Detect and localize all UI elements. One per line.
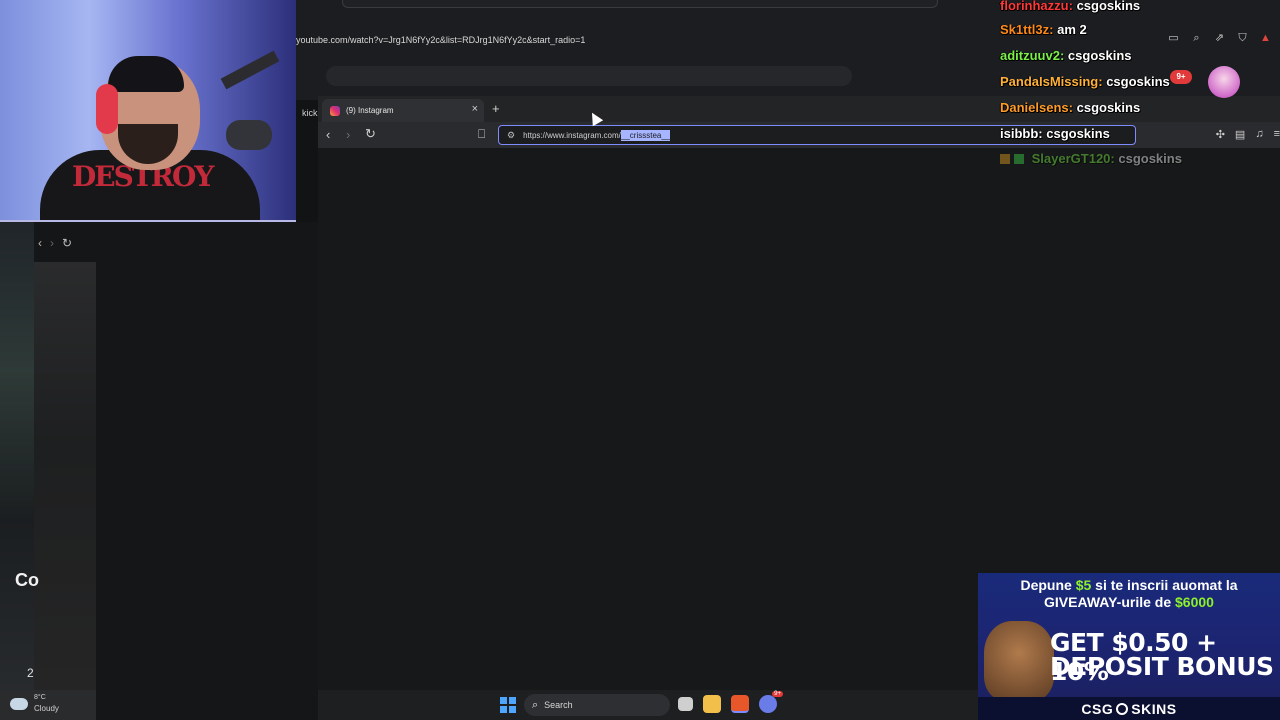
streamer-cap	[108, 56, 184, 92]
chat-username: florinhazzu:	[1000, 0, 1073, 13]
brave-rewards-icon[interactable]: ▲	[1259, 32, 1272, 45]
brand-text: SKINS	[1131, 700, 1177, 717]
chat-username: aditzuuv2:	[1000, 48, 1065, 63]
chat-text: csgoskins	[1067, 48, 1132, 63]
ad-text: Depune	[1020, 577, 1076, 593]
youtube-address-bar[interactable]: youtube.com/watch?v=Jrg1N6fYy2c&list=RDJ…	[296, 28, 1280, 52]
ad-brand-logo: CSG SKINS	[978, 697, 1280, 720]
tab-instagram[interactable]: (9) Instagram ×	[322, 99, 484, 122]
taskbar-search-label: Search	[544, 700, 573, 710]
taskbar-apps: 9+	[678, 691, 783, 713]
forward-button[interactable]: ›	[346, 127, 350, 142]
ad-text: si te inscrii auomat la	[1091, 577, 1238, 593]
bookmark-icon[interactable]: ⎕	[478, 127, 485, 142]
webcam-overlay: DESTROY	[0, 0, 296, 222]
zoom-icon[interactable]: ⌕	[1190, 32, 1203, 45]
site-info-icon[interactable]: ⚙	[507, 130, 515, 141]
ad-line-2: GIVEAWAY-urile de $6000	[978, 594, 1280, 610]
back-arrow-icon[interactable]: ‹	[38, 236, 42, 250]
chat-username: Sk1ttl3z:	[1000, 22, 1054, 37]
discord-badge: 9+	[772, 691, 783, 697]
task-view-icon[interactable]	[678, 697, 693, 711]
media-icon[interactable]: ♫	[1255, 128, 1263, 141]
brave-browser-icon[interactable]	[731, 695, 749, 713]
ad-amount: $5	[1075, 577, 1092, 593]
windows-start-icon[interactable]	[500, 697, 516, 713]
reload-button[interactable]: ↻	[365, 126, 376, 142]
coin-icon	[1116, 702, 1129, 715]
chat-username: isibbb:	[1000, 126, 1043, 141]
youtube-search-field[interactable]	[326, 66, 852, 86]
chat-message: Sk1ttl3z: am 2	[1000, 22, 1087, 37]
ad-headline-2: DEPOSIT BONUS	[1050, 652, 1274, 681]
menu-icon[interactable]: ≡	[1274, 128, 1280, 141]
url-selected-text: __crissstea__	[620, 129, 671, 141]
back-button[interactable]: ‹	[326, 127, 330, 142]
youtube-url-text: youtube.com/watch?v=Jrg1N6fYy2c&list=RDJ…	[296, 35, 586, 45]
file-explorer-icon[interactable]	[703, 695, 721, 713]
youtube-search-bar-edge[interactable]	[342, 0, 938, 8]
left-partial-number: 2	[27, 666, 34, 680]
ad-mascot	[984, 621, 1054, 701]
left-game-thumbnail	[0, 222, 34, 720]
chat-username: Danielsens:	[1000, 100, 1073, 115]
screen: youtube.com/watch?v=Jrg1N6fYy2c&list=RDJ…	[0, 0, 1280, 720]
microphone	[226, 120, 272, 150]
crown-badge-icon	[1000, 154, 1010, 164]
weather-condition: Cloudy	[34, 704, 59, 713]
extensions-icon[interactable]: ✣	[1216, 128, 1225, 141]
kick-tab-partial[interactable]: kick	[302, 108, 318, 118]
chat-text: csgoskins	[1076, 100, 1141, 115]
chat-message: florinhazzu: csgoskins	[1000, 0, 1140, 13]
headset	[96, 84, 118, 134]
ad-line-1: Depune $5 si te inscrii auomat la	[978, 577, 1280, 593]
chat-text: csgoskins	[1118, 151, 1182, 166]
share-icon[interactable]: ⇗	[1213, 32, 1226, 45]
navigation-bar: ‹ › ↻ ⎕ ⚙ https://www.instagram.com/__cr…	[318, 122, 1280, 148]
ad-text: GIVEAWAY-urile de	[1044, 594, 1176, 610]
weather-temp: 8°C	[34, 694, 46, 701]
chat-message: isibbb: csgoskins	[1000, 126, 1110, 141]
close-icon[interactable]: ×	[472, 103, 478, 115]
youtube-toolbar-icons: ▭ ⌕ ⇗ ⛉ ▲	[1167, 32, 1272, 45]
brave-shield-icon[interactable]: ⛉	[1236, 32, 1249, 45]
weather-widget[interactable]: 8°C Cloudy	[0, 690, 96, 720]
chat-message: PandaIsMissing: csgoskins	[1000, 74, 1170, 89]
left-browser-window: ‹ › ↻ Co 2 8°C Cloudy	[0, 222, 318, 720]
left-content-strip	[34, 262, 96, 720]
url-base-text: https://www.instagram.com/	[523, 130, 621, 140]
sub-badge-icon	[1014, 154, 1024, 164]
chat-message: SlayerGT120: csgoskins	[1000, 151, 1182, 166]
sidebar-icon[interactable]: ▤	[1235, 128, 1245, 141]
forward-arrow-icon[interactable]: ›	[50, 236, 54, 250]
search-icon: ⌕	[532, 698, 539, 711]
new-tab-button[interactable]: +	[492, 101, 500, 116]
cast-icon[interactable]: ▭	[1167, 32, 1180, 45]
chat-username: SlayerGT120:	[1031, 151, 1115, 166]
mic-arm	[220, 50, 280, 90]
chat-text: csgoskins	[1046, 126, 1110, 141]
taskbar-search[interactable]: ⌕ Search	[524, 694, 670, 716]
ad-amount: $6000	[1175, 594, 1214, 610]
avatar[interactable]	[1208, 66, 1240, 98]
reload-icon[interactable]: ↻	[62, 236, 72, 250]
chat-text: csgoskins	[1106, 74, 1170, 89]
sponsor-ad-banner: Depune $5 si te inscrii auomat la GIVEAW…	[978, 573, 1280, 720]
chat-text: csgoskins	[1076, 0, 1141, 13]
discord-icon[interactable]: 9+	[759, 691, 783, 713]
taskbar: ⌕ Search 9+	[318, 690, 978, 720]
chat-text: am 2	[1057, 22, 1087, 37]
left-nav-controls: ‹ › ↻	[38, 236, 72, 250]
chat-message: Danielsens: csgoskins	[1000, 100, 1140, 115]
chat-username: PandaIsMissing:	[1000, 74, 1103, 89]
cloud-icon	[10, 698, 28, 710]
browser-toolbar-icons: ✣ ▤ ♫ ≡	[1216, 128, 1280, 141]
brand-text: CSG	[1081, 700, 1114, 717]
instagram-icon	[330, 105, 340, 116]
chat-message: aditzuuv2: csgoskins	[1000, 48, 1132, 63]
tab-title: (9) Instagram	[346, 106, 394, 115]
notification-badge: 9+	[1170, 70, 1192, 84]
left-partial-title: Co	[15, 570, 39, 590]
